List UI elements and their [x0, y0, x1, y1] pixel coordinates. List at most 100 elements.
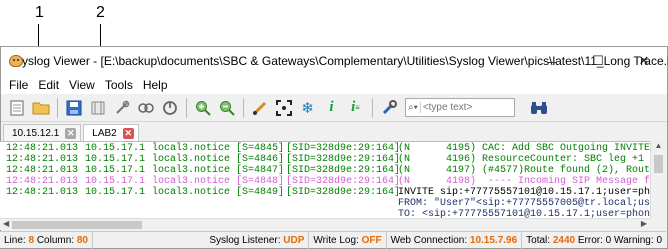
tab-bar: 10.15.12.1 ✕ LAB2 ✕ [1, 122, 667, 142]
log-cell-sid: [SID=328d9e:29:164] [286, 187, 401, 198]
filter-icon[interactable] [86, 97, 109, 119]
freeze-icon[interactable]: ❄ [296, 97, 319, 119]
log-cell-facility: local3.notice [152, 176, 231, 187]
menu-tools[interactable]: Tools [101, 78, 139, 92]
scroll-right-icon[interactable]: ▶ [641, 219, 647, 228]
window-controls: – ☐ ✕ [529, 47, 667, 75]
title-bar: Syslog Viewer - [E:\backup\documents\SBC… [1, 47, 668, 75]
log-cell-sid: [SID=328d9e:29:164] [286, 176, 401, 187]
log-cell-seq: [S=4849] [236, 187, 285, 198]
zoom-out-icon[interactable] [215, 97, 238, 119]
highlight-brush-icon[interactable] [248, 97, 271, 119]
log-row[interactable]: 12:48:21.013 10.15.17.1 local3.notice [S=48… [0, 176, 650, 187]
menu-file[interactable]: File [5, 78, 34, 92]
tab-lab2[interactable]: LAB2 ✕ [83, 124, 139, 142]
scroll-thumb[interactable] [12, 221, 142, 229]
open-folder-icon[interactable] [29, 97, 52, 119]
column-label: Column: [36, 234, 75, 246]
tab-close-icon[interactable]: ✕ [65, 128, 77, 139]
webconn-label: Web Connection: [390, 234, 468, 246]
tab-label: LAB2 [92, 128, 117, 139]
minimize-button[interactable]: – [529, 47, 575, 75]
log-row[interactable]: 12:48:21.013 10.15.17.1 local3.notice [S=48… [0, 154, 650, 165]
log-cell-time: 12:48:21.013 [6, 143, 79, 154]
log-row[interactable]: 12:48:21.013 10.15.17.1 local3.notice [S=48… [0, 143, 650, 154]
status-write-log: Write Log: OFF [309, 231, 387, 249]
scroll-left-icon[interactable]: ◀ [3, 219, 9, 228]
menu-view[interactable]: View [65, 78, 101, 92]
log-cell-msg: INVITE sip:+77775557101@10.15.17.1;user=… [398, 187, 650, 198]
status-listener: Syslog Listener: UDP [205, 231, 310, 249]
log-continuation-line: FROM: "User7"<sip:+77775557005@tr.local;… [398, 198, 650, 209]
status-web-connection: Web Connection: 10.15.7.96 [387, 231, 523, 249]
log-cell-facility: local3.notice [152, 187, 231, 198]
settings-wrench-icon[interactable] [377, 97, 400, 119]
log-cell-ip: 10.15.17.1 [85, 154, 146, 165]
log-cell-sid: [SID=328d9e:29:164] [286, 154, 401, 165]
log-cell-time: 12:48:21.013 [6, 165, 79, 176]
log-row[interactable]: 12:48:21.013 10.15.17.1 local3.notice [S=48… [0, 165, 650, 176]
search-icon[interactable]: ⌕▾ [408, 102, 421, 113]
close-button[interactable]: ✕ [621, 47, 667, 75]
log-cell-facility: local3.notice [152, 143, 231, 154]
log-cell-facility: local3.notice [152, 165, 231, 176]
webconn-value: 10.15.7.96 [469, 234, 518, 246]
log-row[interactable]: 12:48:21.013 10.15.17.1 local3.notice [S=48… [0, 187, 650, 198]
log-cell-facility: local3.notice [152, 154, 231, 165]
search-box[interactable]: ⌕▾ [405, 98, 515, 117]
toolbar: ❄ i i ≡ ⌕▾ [1, 94, 667, 122]
log-cell-ip: 10.15.17.1 [85, 176, 146, 187]
tab-close-icon[interactable]: ✕ [122, 128, 134, 139]
log-cell-msg: (N 4195) CAC: Add SBC Outgoing INVITE, I… [398, 143, 650, 154]
tab-10-15-12-1[interactable]: 10.15.12.1 ✕ [3, 124, 82, 142]
select-frame-icon[interactable] [272, 97, 295, 119]
scroll-thumb[interactable] [654, 155, 663, 173]
status-bar: Line: 8 Column: 80 Syslog Listener: UDP … [0, 231, 666, 249]
warning-label: Warning: [614, 234, 654, 246]
log-cell-msg: (N 4198) ---- Incoming SIP Message from … [398, 176, 650, 187]
log-cell-time: 12:48:21.013 [6, 154, 79, 165]
warning-value: 0 [656, 234, 662, 246]
scroll-up-icon[interactable]: ▲ [651, 141, 666, 153]
page-icon[interactable] [5, 97, 28, 119]
menu-help[interactable]: Help [139, 78, 174, 92]
screenshot: 1 2 Syslog Viewer - [E:\backup\documents… [0, 0, 668, 249]
reset-icon[interactable] [158, 97, 181, 119]
log-cell-ip: 10.15.17.1 [85, 165, 146, 176]
log-cell-time: 12:48:21.013 [6, 187, 79, 198]
search-input[interactable] [422, 102, 501, 113]
binoculars-icon[interactable] [527, 97, 550, 119]
log-view[interactable]: 12:48:21.013 10.15.17.1 local3.notice [S=48… [0, 141, 650, 218]
horizontal-scrollbar[interactable]: ◀ ▶ [0, 218, 650, 230]
log-cell-ip: 10.15.17.1 [85, 143, 146, 154]
error-label: Error: [577, 234, 603, 246]
log-cell-msg: (N 4197) (#4577)Route found (2), Route b… [398, 165, 650, 176]
total-label: Total: [526, 234, 551, 246]
line-label: Line: [4, 234, 26, 246]
writelog-label: Write Log: [313, 234, 359, 246]
callout-1-label: 1 [35, 4, 44, 21]
callout-2-label: 2 [96, 4, 105, 21]
save-icon[interactable] [62, 97, 85, 119]
column-value: 80 [76, 234, 88, 246]
log-cell-seq: [S=4847] [236, 165, 285, 176]
writelog-value: OFF [361, 234, 382, 246]
menu-bar: File Edit View Tools Help [1, 75, 667, 94]
log-cell-seq: [S=4848] [236, 176, 285, 187]
info-list-icon[interactable]: i ≡ [344, 97, 367, 119]
log-cell-sid: [SID=328d9e:29:164] [286, 165, 401, 176]
connections-icon[interactable] [134, 97, 157, 119]
listener-label: Syslog Listener: [209, 234, 281, 246]
info-icon[interactable]: i [320, 97, 343, 119]
listener-value: UDP [283, 234, 305, 246]
vertical-scrollbar[interactable]: ▲ [650, 141, 666, 218]
log-cell-sid: [SID=328d9e:29:164] [286, 143, 401, 154]
log-cell-seq: [S=4846] [236, 154, 285, 165]
maximize-button[interactable]: ☐ [575, 47, 621, 75]
total-value: 2440 [552, 234, 576, 246]
log-cell-seq: [S=4845] [236, 143, 285, 154]
tools-icon[interactable] [110, 97, 133, 119]
menu-edit[interactable]: Edit [34, 78, 65, 92]
zoom-in-icon[interactable] [191, 97, 214, 119]
log-cell-ip: 10.15.17.1 [85, 187, 146, 198]
